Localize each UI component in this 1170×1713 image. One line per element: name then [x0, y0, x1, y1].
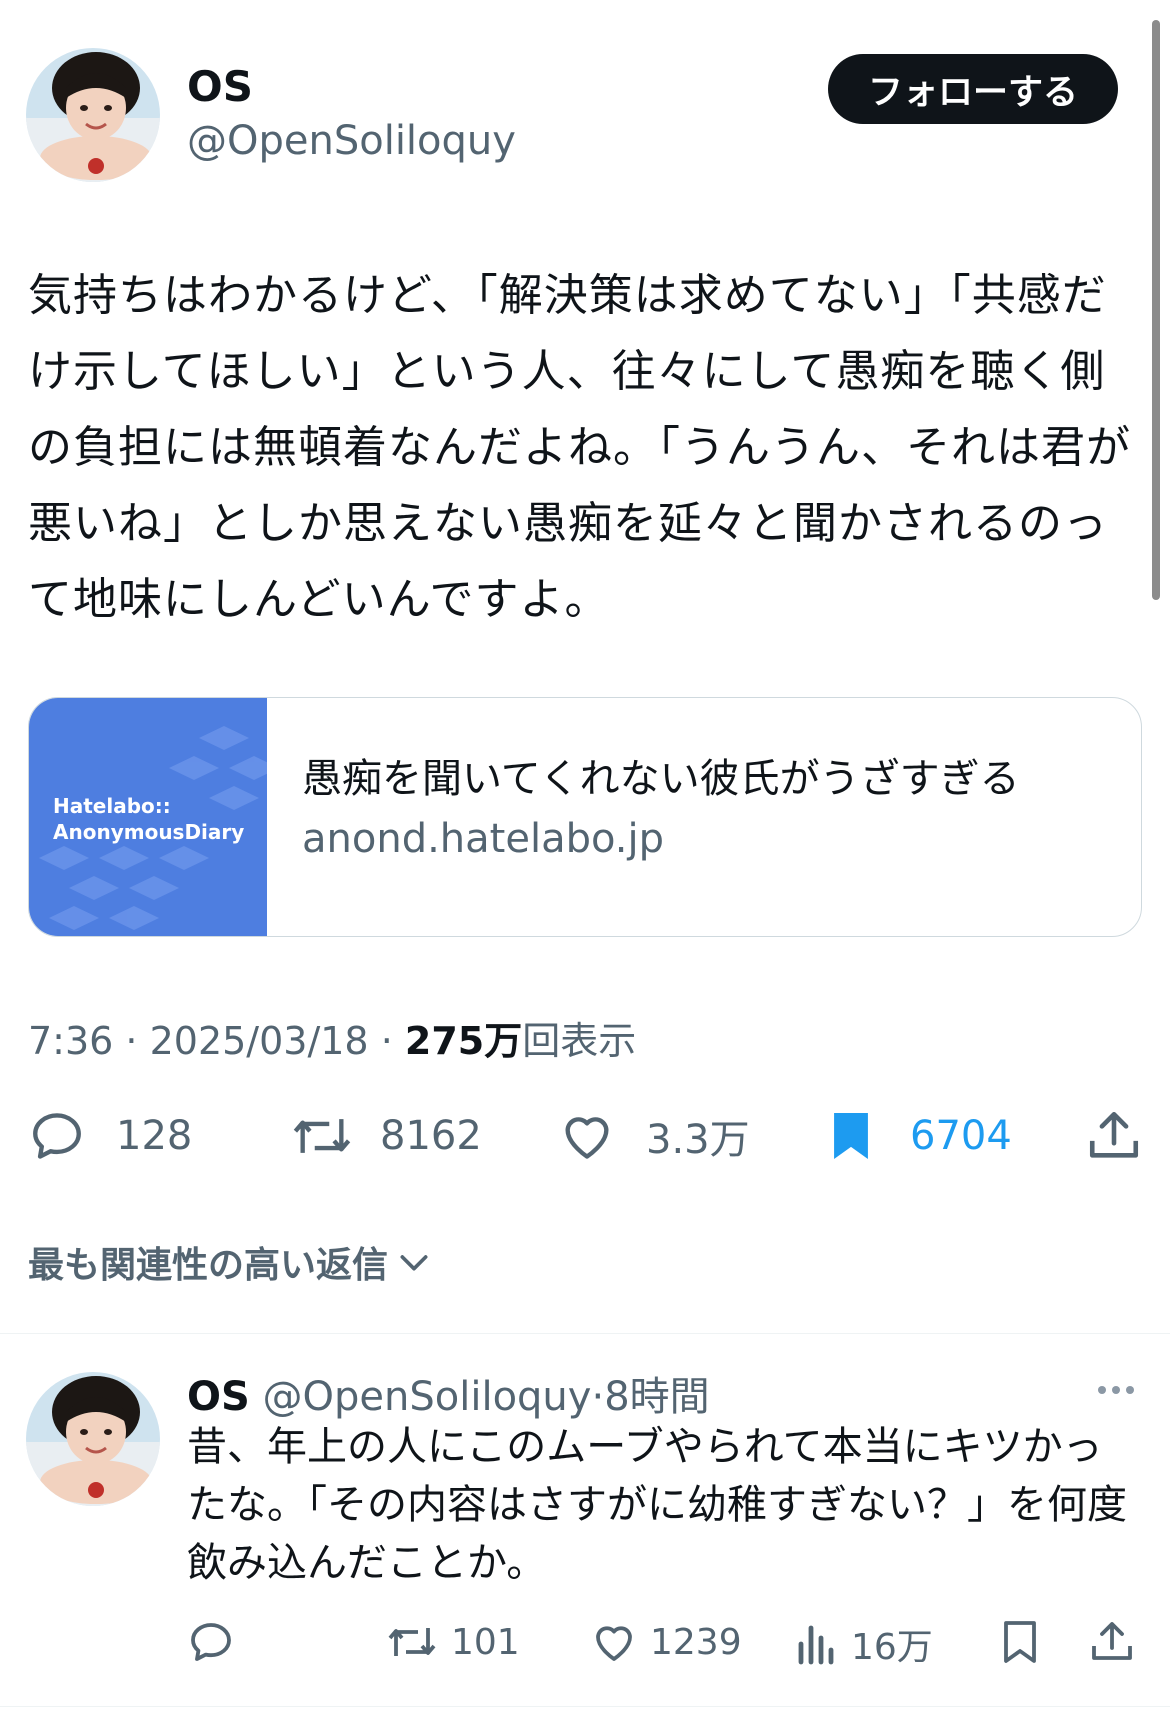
- reply-header: OS @OpenSoliloquy·8時間: [187, 1364, 710, 1422]
- reply-retweet-button[interactable]: 101: [385, 1618, 520, 1666]
- more-icon: [1098, 1386, 1134, 1394]
- views-label: 回表示: [522, 1019, 637, 1063]
- reply-time[interactable]: 8時間: [604, 1374, 709, 1420]
- heart-icon: [596, 1626, 632, 1661]
- share-icon: [1092, 1622, 1132, 1660]
- retweet-icon: [293, 1119, 351, 1153]
- follow-button[interactable]: フォローする: [828, 54, 1118, 124]
- reply-bookmark-button[interactable]: [996, 1618, 1044, 1666]
- bottom-divider: [0, 1706, 1170, 1707]
- reply-author-name[interactable]: OS: [187, 1374, 250, 1420]
- tweet-meta: 7:36 · 2025/03/18 · 275万回表示: [28, 1010, 636, 1065]
- bookmark-icon: [1004, 1621, 1036, 1663]
- reply-reply-button[interactable]: [187, 1618, 235, 1666]
- retweet-count: 8162: [380, 1113, 482, 1159]
- card-thumb-line2: AnonymousDiary: [53, 820, 245, 844]
- card-thumb-line1: Hatelabo::: [53, 794, 171, 818]
- scrollbar[interactable]: [1152, 20, 1160, 600]
- author-avatar[interactable]: [26, 48, 160, 182]
- meta-separator: ·: [113, 1019, 150, 1063]
- views-count: 275万: [404, 1019, 523, 1063]
- bookmark-count: 6704: [910, 1113, 1012, 1159]
- reply-share-button[interactable]: [1088, 1618, 1136, 1666]
- chevron-down-icon: [400, 1255, 428, 1271]
- card-thumbnail: Hatelabo:: AnonymousDiary: [29, 698, 267, 936]
- share-icon: [1089, 1111, 1139, 1158]
- analytics-icon: [798, 1625, 834, 1665]
- reply-author-handle[interactable]: @OpenSoliloquy: [263, 1374, 592, 1420]
- heart-icon: [565, 1117, 609, 1159]
- reply-text: 昔、年上の人にこのムーブやられて本当にキツかったな。「その内容はさすがに幼稚すぎ…: [187, 1424, 1127, 1586]
- tweet-text: 気持ちはわかるけど、「解決策は求めてない」「共感だけ示してほしい」という人、往々…: [28, 270, 1131, 625]
- reply-button[interactable]: 128: [28, 1107, 192, 1165]
- link-card[interactable]: Hatelabo:: AnonymousDiary 愚痴を聞いてくれない彼氏がう…: [28, 697, 1142, 937]
- reply-avatar[interactable]: [26, 1372, 160, 1506]
- reply-views-button[interactable]: 16万: [795, 1618, 933, 1670]
- retweet-icon: [388, 1628, 436, 1656]
- reply-retweet-count: 101: [451, 1621, 520, 1663]
- bookmark-filled-icon: [834, 1113, 868, 1159]
- reply-like-button[interactable]: 1239: [590, 1618, 742, 1666]
- like-count: 3.3万: [646, 1117, 750, 1163]
- reply-views-count: 16万: [851, 1627, 933, 1668]
- reply-count: 128: [116, 1113, 193, 1159]
- section-divider: [0, 1333, 1170, 1334]
- author-handle[interactable]: @OpenSoliloquy: [187, 118, 516, 164]
- more-options-button[interactable]: [1092, 1375, 1140, 1409]
- author-name[interactable]: OS: [187, 62, 253, 111]
- reply-sort-label: 最も関連性の高い返信: [28, 1245, 389, 1286]
- reply-icon: [33, 1113, 81, 1159]
- like-button[interactable]: 3.3万: [558, 1107, 750, 1165]
- retweet-button[interactable]: 8162: [290, 1107, 482, 1165]
- card-domain: anond.hatelabo.jp: [302, 816, 664, 862]
- tweet-date[interactable]: 2025/03/18: [150, 1019, 369, 1063]
- reply-icon: [191, 1623, 231, 1661]
- reply-sort-selector[interactable]: 最も関連性の高い返信: [28, 1236, 434, 1288]
- reply-like-count: 1239: [650, 1621, 742, 1663]
- tweet-time[interactable]: 7:36: [28, 1019, 113, 1063]
- share-button[interactable]: [1085, 1107, 1143, 1165]
- reply-dot: ·: [591, 1374, 605, 1420]
- bookmark-button[interactable]: 6704: [822, 1107, 1012, 1165]
- card-title: 愚痴を聞いてくれない彼氏がうざすぎる: [302, 756, 1020, 802]
- meta-separator: ·: [368, 1019, 405, 1063]
